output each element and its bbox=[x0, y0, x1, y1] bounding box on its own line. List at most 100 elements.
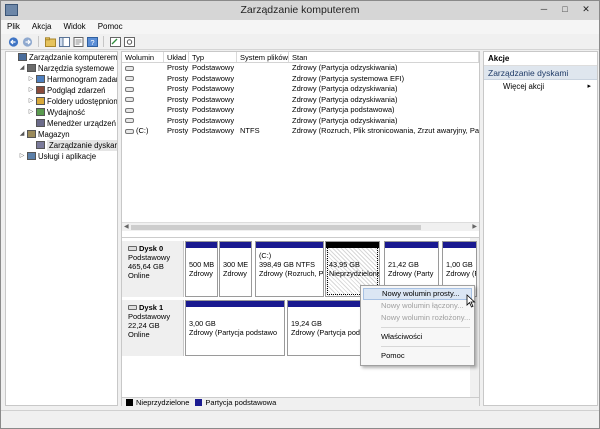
cell-layout: Prosty bbox=[167, 126, 189, 135]
menu-separator bbox=[381, 346, 470, 347]
partition[interactable]: 500 MB Zdrowy bbox=[185, 241, 218, 297]
cell-layout: Prosty bbox=[167, 84, 189, 93]
tree-item-label: Usługi i aplikacje bbox=[38, 152, 97, 161]
menu-separator bbox=[381, 327, 470, 328]
tree-item[interactable]: ▷ Podgląd zdarzeń bbox=[6, 85, 117, 96]
table-row[interactable]: Prosty Podstawowy Zdrowy (Partycja odzyski… bbox=[122, 84, 479, 95]
table-row[interactable]: (C:) Prosty Podstawowy NTFS Zdrowy (Rozruch,… bbox=[122, 126, 479, 137]
volume-icon bbox=[125, 128, 134, 134]
cell-type: Podstawowy bbox=[192, 84, 235, 93]
cell-status: Zdrowy (Partycja odzyskiwania) bbox=[292, 84, 398, 93]
settings-icon[interactable] bbox=[123, 36, 135, 48]
expand-arrow-icon[interactable]: ▷ bbox=[27, 85, 35, 96]
tree-item[interactable]: ▷ Wydajność bbox=[6, 107, 117, 118]
col-header-type[interactable]: Typ bbox=[189, 52, 237, 62]
tree-item[interactable]: ◢ Narzędzia systemowe bbox=[6, 63, 117, 74]
cell-status: Zdrowy (Partycja podstawowa) bbox=[292, 105, 395, 114]
menu-help[interactable]: Pomoc bbox=[92, 20, 129, 34]
disk-name: Dysk 0 bbox=[139, 244, 164, 253]
tree-item[interactable]: ▷ Foldery udostępnione bbox=[6, 96, 117, 107]
cell-type: Podstawowy bbox=[192, 115, 235, 125]
console-tree-icon[interactable] bbox=[58, 36, 70, 48]
partition-line1 bbox=[446, 251, 476, 260]
expand-arrow-icon[interactable]: ◢ bbox=[18, 63, 26, 74]
table-row[interactable]: Prosty Podstawowy Zdrowy (Partycja odzyski… bbox=[122, 95, 479, 106]
computer-management-window: Zarządzanie komputerem ─ □ ✕ Plik Akcja … bbox=[0, 0, 600, 429]
legend-swatch bbox=[126, 398, 133, 406]
folder-up-icon[interactable] bbox=[44, 36, 56, 48]
disk-name: Dysk 1 bbox=[139, 303, 164, 312]
partition-line3: Zdrowy (Party bbox=[388, 269, 434, 278]
tree-item-label: Zarządzanie dyskami bbox=[47, 140, 117, 151]
context-menu-item[interactable]: Pomoc bbox=[363, 350, 472, 362]
help-icon[interactable]: ? bbox=[86, 36, 98, 48]
tree-item[interactable]: Zarządzanie dyskami bbox=[6, 140, 117, 151]
mouse-cursor-icon bbox=[466, 294, 476, 308]
partition[interactable]: 300 ME Zdrowy bbox=[219, 241, 252, 297]
partition-line1 bbox=[388, 251, 438, 260]
table-row[interactable]: Prosty Podstawowy Zdrowy (Partycja odzyski… bbox=[122, 63, 479, 74]
cell-volume bbox=[122, 116, 164, 127]
partition-line3: Zdrowy (Partycja podstawo bbox=[189, 328, 278, 337]
table-row[interactable]: Prosty Podstawowy Zdrowy (Partycja systemo… bbox=[122, 74, 479, 85]
minimize-button[interactable]: ─ bbox=[535, 3, 553, 17]
scroll-left-icon[interactable]: ◀ bbox=[124, 223, 129, 232]
volume-icon bbox=[125, 118, 134, 124]
scroll-thumb[interactable] bbox=[131, 225, 421, 230]
status-bar bbox=[1, 410, 599, 428]
more-actions-item[interactable]: Więcej akcji ▸ bbox=[484, 80, 597, 93]
tools-icon bbox=[27, 64, 36, 72]
col-header-volume[interactable]: Wolumin bbox=[122, 52, 164, 62]
table-row[interactable]: Prosty Podstawowy Zdrowy (Partycja odzyski… bbox=[122, 116, 479, 127]
back-arrow-icon[interactable] bbox=[7, 36, 19, 48]
disk-type: Podstawowy bbox=[128, 253, 171, 262]
menu-action[interactable]: Akcja bbox=[26, 20, 58, 34]
expand-arrow-icon[interactable]: ◢ bbox=[18, 129, 26, 140]
expand-arrow-icon[interactable]: ▷ bbox=[18, 151, 26, 162]
tree-item-label: Wydajność bbox=[47, 108, 86, 117]
forward-arrow-icon[interactable] bbox=[21, 36, 33, 48]
properties-icon[interactable] bbox=[72, 36, 84, 48]
tree-item-label: Foldery udostępnione bbox=[47, 97, 118, 106]
partition[interactable]: (C:) 398,49 GB NTFS Zdrowy (Rozruch, P bbox=[255, 241, 324, 297]
tree-item[interactable]: ▷ Harmonogram zadań bbox=[6, 74, 117, 85]
col-header-status[interactable]: Stan bbox=[289, 52, 479, 62]
scroll-right-icon[interactable]: ▶ bbox=[472, 223, 477, 232]
cell-volume bbox=[122, 63, 164, 74]
cell-filesystem bbox=[237, 116, 289, 127]
partition-line1 bbox=[189, 251, 217, 260]
maximize-button[interactable]: □ bbox=[556, 3, 574, 17]
context-menu-item[interactable]: Nowy wolumin prosty... bbox=[363, 288, 472, 300]
disk-label[interactable]: Dysk 1 Podstawowy 22,24 GB Online bbox=[122, 300, 184, 356]
partition[interactable]: 3,00 GB Zdrowy (Partycja podstawo bbox=[185, 300, 285, 356]
services-icon bbox=[27, 152, 36, 160]
submenu-arrow-icon: ▸ bbox=[587, 83, 591, 90]
tree-item[interactable]: Zarządzanie komputerem (loka bbox=[6, 52, 117, 63]
partition-line2: 500 MB bbox=[189, 260, 215, 269]
disk-label[interactable]: Dysk 0 Podstawowy 465,64 GB Online bbox=[122, 241, 184, 297]
cell-layout: Prosty bbox=[167, 105, 189, 114]
actions-section-disk-management[interactable]: Zarządzanie dyskami bbox=[484, 66, 597, 80]
context-menu-item[interactable]: Właściwości bbox=[363, 331, 472, 343]
menu-file[interactable]: Plik bbox=[1, 20, 26, 34]
close-button[interactable]: ✕ bbox=[577, 3, 595, 17]
tree-item[interactable]: ◢ Magazyn bbox=[6, 129, 117, 140]
col-header-layout[interactable]: Układ bbox=[164, 52, 189, 62]
expand-arrow-icon[interactable]: ▷ bbox=[27, 74, 35, 85]
col-header-filesystem[interactable]: System plików bbox=[237, 52, 289, 62]
horizontal-scrollbar[interactable]: ◀ ▶ bbox=[122, 222, 479, 231]
tree-item[interactable]: ▷ Usługi i aplikacje bbox=[6, 151, 117, 162]
tree-item-label: Magazyn bbox=[38, 130, 70, 139]
menu-view[interactable]: Widok bbox=[57, 20, 91, 34]
wizard-icon[interactable] bbox=[109, 36, 121, 48]
expand-arrow-icon[interactable]: ▷ bbox=[27, 107, 35, 118]
device-manager-icon bbox=[36, 119, 45, 127]
cell-filesystem bbox=[237, 84, 289, 95]
partition-line3: Zdrowy bbox=[189, 269, 213, 278]
legend-label: Partycja podstawowa bbox=[205, 397, 277, 407]
expand-arrow-icon[interactable]: ▷ bbox=[27, 96, 35, 107]
partition-line1 bbox=[329, 251, 379, 260]
cell-type: Podstawowy bbox=[192, 63, 235, 72]
tree-item[interactable]: Menedżer urządzeń bbox=[6, 118, 117, 129]
table-row[interactable]: Prosty Podstawowy Zdrowy (Partycja podstaw… bbox=[122, 105, 479, 116]
